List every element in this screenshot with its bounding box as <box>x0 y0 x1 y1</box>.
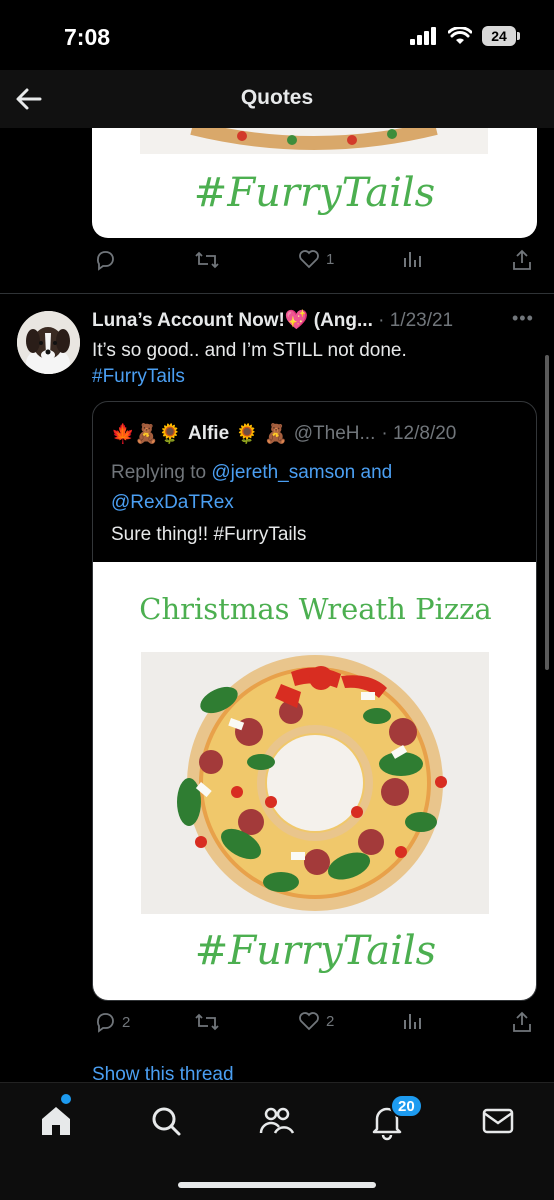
tweet-divider <box>0 293 554 294</box>
quoted-author-emojis: 🍁🧸🌻 <box>111 424 182 445</box>
analytics-icon <box>404 1014 421 1029</box>
retweet-icon <box>195 1013 219 1031</box>
status-bar: 7:08 24 <box>0 0 554 70</box>
reply-button[interactable]: 2 <box>94 1011 130 1033</box>
like-button[interactable]: 2 <box>298 1011 334 1031</box>
home-indicator <box>178 1182 376 1188</box>
page-title: Quotes <box>240 86 314 109</box>
image-hashtag: #FurryTails <box>194 928 437 974</box>
retweet-button[interactable] <box>194 1011 220 1033</box>
reply-icon <box>96 251 114 271</box>
messages-mail-icon[interactable] <box>478 1101 518 1141</box>
pizza-edge-image <box>140 128 488 154</box>
quoted-tweet[interactable]: 🍁🧸🌻 Alfie 🌻 🧸 @TheH... · 12/8/20 Replyin… <box>92 401 537 1001</box>
dog-avatar-image <box>17 311 80 374</box>
share-icon <box>513 249 531 270</box>
share-button[interactable] <box>512 249 532 271</box>
replying-to: Replying to @jereth_samson and @RexDaTRe… <box>111 458 392 518</box>
notifications-badge: 20 <box>390 1094 423 1118</box>
replying-and: and <box>355 462 393 483</box>
reply-count: 2 <box>122 1013 131 1031</box>
quoted-tweet-text: Sure thing!! #FurryTails <box>111 524 307 545</box>
top-nav-header: Quotes <box>0 70 554 128</box>
mention-link-1[interactable]: @jereth_samson <box>211 462 355 483</box>
tweet-body: It’s so good.. and I’m STILL not done. <box>92 340 407 361</box>
like-button[interactable]: 1 <box>298 249 334 269</box>
quoted-author-name: Alfie <box>187 423 230 444</box>
hashtag-link[interactable]: #FurryTails <box>92 364 407 390</box>
retweet-icon <box>195 251 219 269</box>
previous-tweet-image[interactable]: #FurryTails <box>92 128 537 238</box>
views-button[interactable] <box>402 249 422 269</box>
like-count: 2 <box>326 1012 335 1030</box>
quoted-tweet-image[interactable]: Christmas Wreath Pizza #FurryTails <box>93 562 536 1000</box>
analytics-icon <box>404 252 421 267</box>
more-options-icon[interactable]: ••• <box>512 308 534 329</box>
replying-prefix: Replying to <box>111 462 212 483</box>
quoted-author-name-emojis: 🌻 🧸 <box>235 424 288 445</box>
heart-icon <box>299 250 319 269</box>
signal-icon <box>410 27 436 45</box>
home-unread-dot <box>61 1094 71 1104</box>
status-time: 7:08 <box>64 24 111 50</box>
quoted-tweet-date: · 12/8/20 <box>381 423 457 444</box>
search-icon[interactable] <box>146 1101 186 1141</box>
heart-icon <box>299 1012 319 1031</box>
quoted-tweet-header: 🍁🧸🌻 Alfie 🌻 🧸 @TheH... · 12/8/20 <box>111 422 456 446</box>
share-button[interactable] <box>512 1011 532 1033</box>
previous-tweet-actions: 1 <box>92 249 537 279</box>
battery-icon: 24 <box>482 26 520 46</box>
scrollbar[interactable] <box>545 355 549 670</box>
wreath-pizza-image <box>141 652 489 914</box>
retweet-button[interactable] <box>194 249 220 271</box>
status-icons: 24 <box>410 26 520 46</box>
communities-icon[interactable] <box>257 1101 297 1141</box>
tweet-actions: 2 2 <box>92 1011 537 1041</box>
reply-icon <box>96 1013 114 1033</box>
tweet-header: Luna’s Account Now!💖 (Ang... · 1/23/21 <box>92 308 453 332</box>
views-button[interactable] <box>402 1011 422 1031</box>
tweet-date[interactable]: · 1/23/21 <box>378 310 453 331</box>
home-icon[interactable] <box>36 1101 76 1141</box>
mention-link-2[interactable]: @RexDaTRex <box>111 492 234 513</box>
avatar[interactable] <box>17 311 80 374</box>
like-count: 1 <box>326 250 335 268</box>
wifi-icon <box>448 27 472 44</box>
share-icon <box>513 1011 531 1032</box>
author-name[interactable]: Luna’s Account Now!💖 (Ang... <box>92 310 373 331</box>
reply-button[interactable] <box>94 249 116 271</box>
quoted-author-handle: @TheH... <box>293 423 376 444</box>
image-title: Christmas Wreath Pizza <box>139 592 492 626</box>
tweet-text: It’s so good.. and I’m STILL not done. #… <box>92 338 407 390</box>
hashtag-image-text: #FurryTails <box>193 170 436 216</box>
